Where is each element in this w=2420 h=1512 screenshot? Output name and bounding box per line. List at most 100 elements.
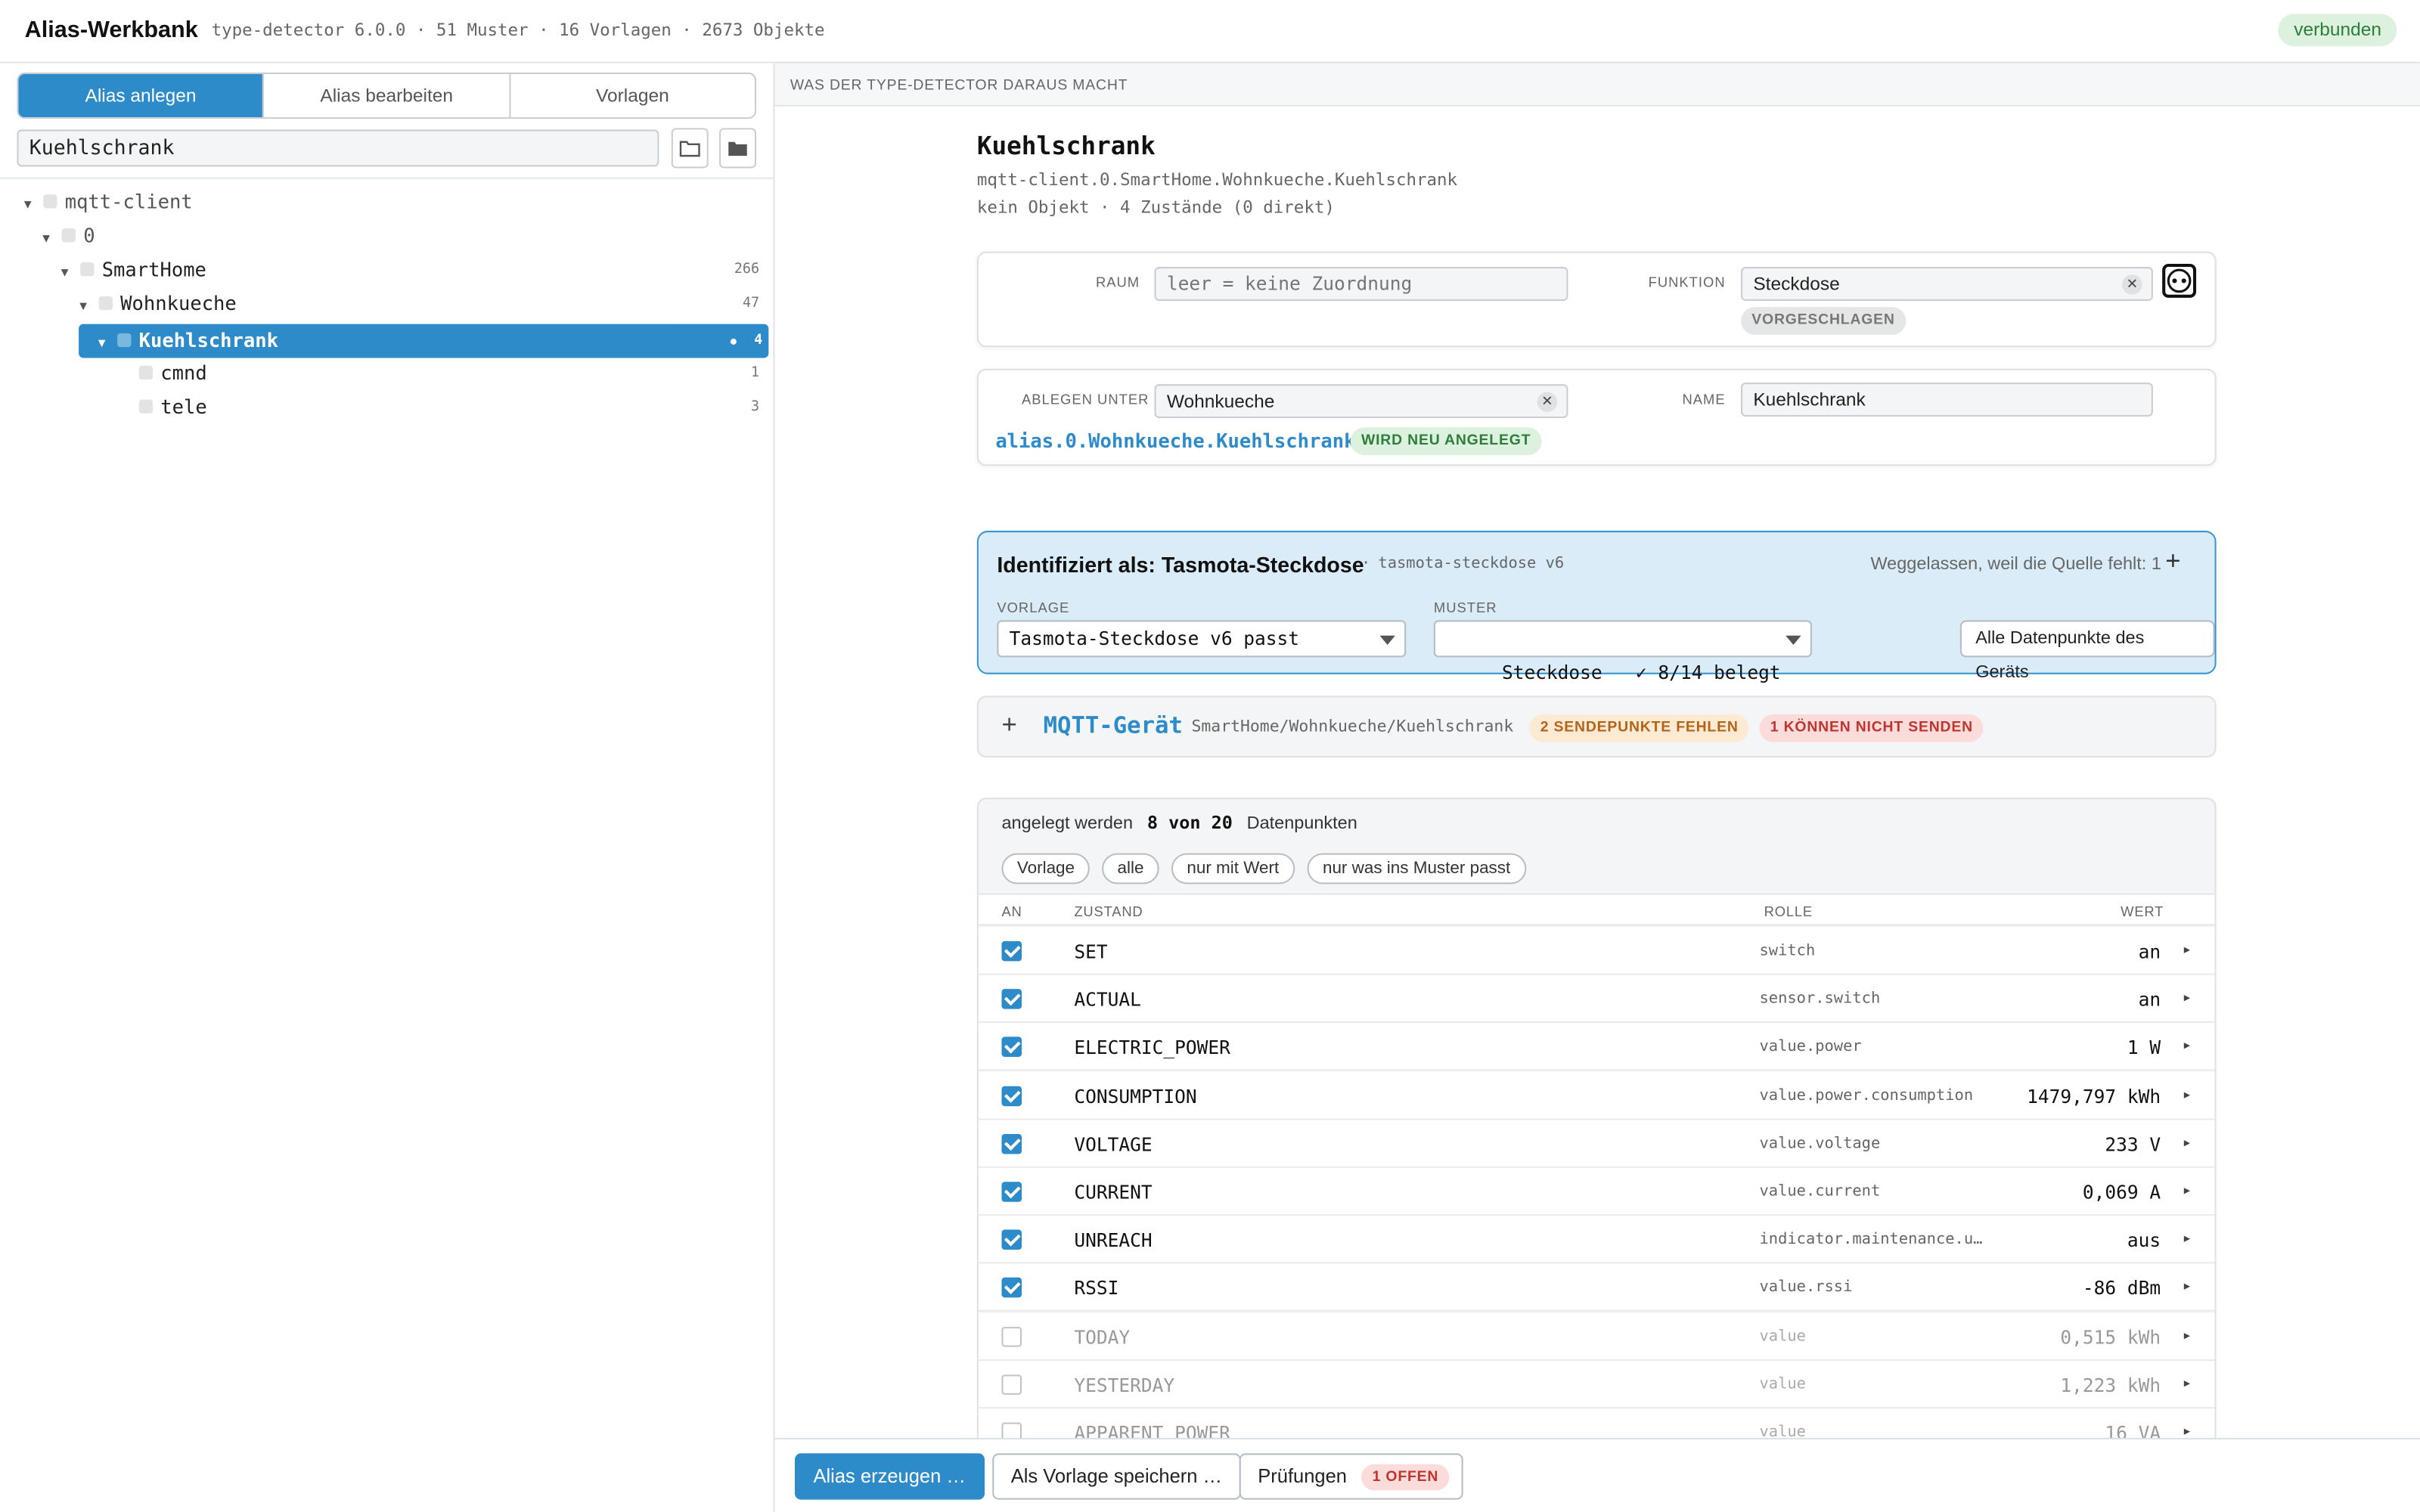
tree-node-tele[interactable]: tele 3 <box>133 392 763 423</box>
tree-node-label: SmartHome <box>101 257 206 281</box>
tree-node-kuehlschrank[interactable]: ▼ Kuehlschrank ● 4 <box>96 326 763 357</box>
row-expand-icon[interactable]: ▸ <box>2184 1424 2190 1438</box>
expand-plus-icon[interactable]: + <box>1001 710 1016 741</box>
row-expand-icon[interactable]: ▸ <box>2184 1376 2190 1390</box>
room-input[interactable] <box>1154 267 1568 301</box>
tree-node-0[interactable]: ▼ 0 <box>40 221 762 252</box>
table-row[interactable]: VOLTAGE value.voltage 233 V ▸ <box>978 1120 2215 1168</box>
row-checkbox[interactable] <box>1001 1085 1022 1106</box>
alias-id-link[interactable]: alias.0.Wohnkueche.Kuehlschrank <box>995 429 1355 452</box>
open-folder-button[interactable] <box>671 128 709 169</box>
mode-tabs: Alias anlegen Alias bearbeiten Vorlagen <box>17 72 756 119</box>
table-row[interactable]: SET switch an ▸ <box>978 927 2215 975</box>
table-row[interactable]: TODAY value 0,515 kWh ▸ <box>978 1312 2215 1361</box>
vorlage-select[interactable]: Tasmota-Steckdose v6 passt <box>997 620 1407 658</box>
omitted-note: Weggelassen, weil die Quelle fehlt: 1 <box>1870 555 2161 575</box>
table-row[interactable]: CURRENT value.current 0,069 A ▸ <box>978 1167 2215 1216</box>
chevron-down-icon[interactable]: ▼ <box>96 329 111 360</box>
row-role: value.current <box>1759 1183 1881 1201</box>
column-zustand: ZUSTAND <box>1074 903 1143 920</box>
row-expand-icon[interactable]: ▸ <box>2184 1039 2190 1052</box>
all-datapoints-button[interactable]: Alle Datenpunkte des Geräts <box>1959 620 2215 682</box>
tab-alias-bearbeiten[interactable]: Alias bearbeiten <box>262 73 509 118</box>
left-panel: Alias anlegen Alias bearbeiten Vorlagen … <box>0 63 775 1512</box>
chevron-down-icon[interactable]: ▼ <box>40 224 55 255</box>
tree-node-count: 47 <box>742 296 760 312</box>
table-row[interactable]: RSSI value.rssi -86 dBm ▸ <box>978 1264 2215 1312</box>
clear-icon[interactable]: ✕ <box>1537 392 1558 412</box>
tree-node-label: tele <box>160 395 207 419</box>
search-input[interactable] <box>17 129 659 167</box>
clear-icon[interactable]: ✕ <box>2122 274 2142 295</box>
object-state: kein Objekt · 4 Zustände (0 direkt) <box>976 197 1335 218</box>
row-checkbox[interactable] <box>1001 1037 1022 1058</box>
row-role: indicator.maintenance.u… <box>1759 1231 1983 1249</box>
row-expand-icon[interactable]: ▸ <box>2184 1136 2190 1149</box>
store-input[interactable]: Wohnkueche ✕ <box>1154 384 1568 419</box>
row-checkbox[interactable] <box>1001 1133 1022 1154</box>
filter-chip-muster[interactable]: nur was ins Muster passt <box>1307 853 1526 885</box>
row-checkbox[interactable] <box>1001 940 1022 962</box>
tree-node-wohnkueche[interactable]: ▼ Wohnkueche 47 <box>77 289 762 320</box>
table-row[interactable]: CONSUMPTION value.power.consumption 1479,7… <box>978 1071 2215 1120</box>
column-wert: WERT <box>2121 903 2164 920</box>
room-function-card: RAUM FUNKTION Steckdose ✕ VORGESCHLAGEN <box>976 251 2217 348</box>
row-state-name: TODAY <box>1074 1326 1131 1348</box>
tab-vorlagen[interactable]: Vorlagen <box>508 73 755 118</box>
tree-node-label: Kuehlschrank <box>138 328 278 352</box>
folder-filled-icon <box>728 141 747 156</box>
tab-alias-anlegen[interactable]: Alias anlegen <box>18 73 263 118</box>
row-expand-icon[interactable]: ▸ <box>2184 991 2190 1005</box>
mqtt-device-card[interactable]: + MQTT-Gerät SmartHome/Wohnkueche/Kuehls… <box>976 696 2217 758</box>
muster-select[interactable]: Steckdose ✓ 8/14 belegt <box>1433 620 1812 683</box>
folder-button[interactable] <box>719 128 756 169</box>
room-label: RAUM <box>1095 274 1140 290</box>
row-expand-icon[interactable]: ▸ <box>2184 1328 2190 1341</box>
table-row[interactable]: UNREACH indicator.maintenance.u… aus ▸ <box>978 1216 2215 1264</box>
expand-plus-icon[interactable]: + <box>2165 546 2180 577</box>
filter-chip-mit-wert[interactable]: nur mit Wert <box>1171 853 1295 885</box>
row-state-name: SET <box>1074 940 1108 963</box>
vorlage-label: VORLAGE <box>997 600 1070 616</box>
save-template-button[interactable]: Als Vorlage speichern … <box>992 1453 1241 1500</box>
name-input[interactable] <box>1741 383 2153 417</box>
chevron-down-icon[interactable]: ▼ <box>59 258 74 289</box>
row-value: an <box>2138 940 2161 963</box>
row-state-name: ELECTRIC_POWER <box>1074 1037 1230 1059</box>
function-label: FUNKTION <box>1648 274 1726 290</box>
row-checkbox[interactable] <box>1001 1182 1022 1202</box>
function-value: Steckdose <box>1753 273 1840 295</box>
row-value: 0,515 kWh <box>2060 1326 2161 1348</box>
tree-node-smarthome[interactable]: ▼ SmartHome 266 <box>59 255 763 286</box>
filter-chip-alle[interactable]: alle <box>1102 853 1159 885</box>
row-expand-icon[interactable]: ▸ <box>2184 1183 2190 1197</box>
function-input[interactable]: Steckdose ✕ <box>1741 267 2153 301</box>
detail-scroll-area[interactable]: Kuehlschrank mqtt-client.0.SmartHome.Woh… <box>774 106 2420 1507</box>
row-value: an <box>2138 989 2161 1012</box>
socket-icon-button[interactable] <box>2162 263 2197 298</box>
row-checkbox[interactable] <box>1001 1229 1022 1250</box>
row-expand-icon[interactable]: ▸ <box>2184 1280 2190 1294</box>
row-checkbox[interactable] <box>1001 1326 1022 1346</box>
identified-dot: · <box>1360 555 1371 573</box>
table-row[interactable]: ELECTRIC_POWER value.power 1 W ▸ <box>978 1023 2215 1072</box>
filter-chip-vorlage[interactable]: Vorlage <box>1001 853 1091 885</box>
row-expand-icon[interactable]: ▸ <box>2184 1232 2190 1245</box>
muster-label: MUSTER <box>1433 600 1497 616</box>
row-expand-icon[interactable]: ▸ <box>2184 1087 2190 1101</box>
tree-node-cmnd[interactable]: cmnd 1 <box>133 358 763 389</box>
chevron-down-icon[interactable]: ▼ <box>77 292 92 323</box>
row-expand-icon[interactable]: ▸ <box>2184 943 2190 956</box>
tree-node-mqtt-client[interactable]: ▼ mqtt-client <box>22 187 763 218</box>
table-row[interactable]: YESTERDAY value 1,223 kWh ▸ <box>978 1360 2215 1408</box>
row-checkbox[interactable] <box>1001 989 1022 1010</box>
chevron-down-icon[interactable]: ▼ <box>22 190 37 221</box>
table-row[interactable]: ACTUAL sensor.switch an ▸ <box>978 975 2215 1024</box>
connection-status-badge: verbunden <box>2278 14 2397 47</box>
row-role: switch <box>1759 942 1816 960</box>
checks-button[interactable]: Prüfungen 1 OFFEN <box>1239 1453 1463 1500</box>
row-checkbox[interactable] <box>1001 1278 1022 1299</box>
object-icon <box>138 399 154 414</box>
row-checkbox[interactable] <box>1001 1374 1022 1395</box>
create-alias-button[interactable]: Alias erzeugen … <box>795 1453 985 1500</box>
